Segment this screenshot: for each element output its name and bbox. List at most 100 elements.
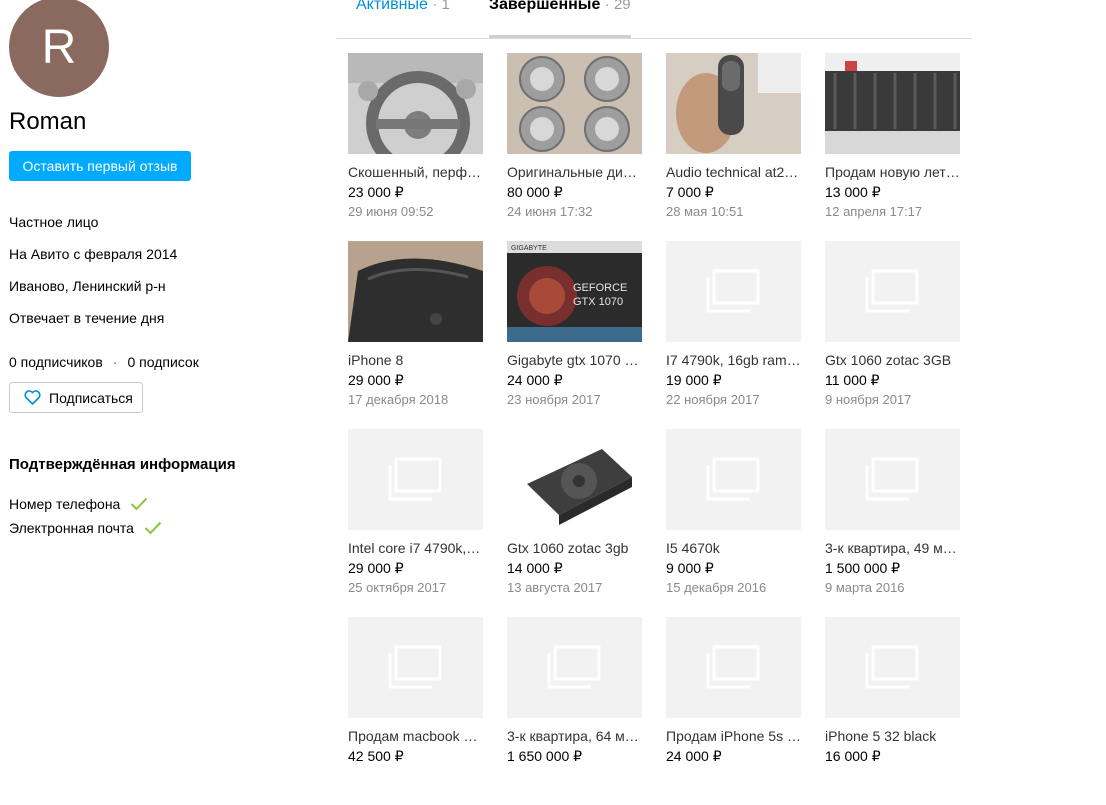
listing-card[interactable]: Скошенный, перф… 23 000 ₽ 29 июня 09:52 [348, 53, 483, 241]
leave-review-button[interactable]: Оставить первый отзыв [9, 151, 191, 181]
listing-date: 9 марта 2016 [825, 580, 905, 595]
verified-phone: Номер телефона [9, 496, 148, 512]
listing-date [348, 768, 483, 786]
listing-title[interactable]: Скошенный, перф… [348, 164, 483, 182]
listing-date: 28 мая 10:51 [666, 204, 744, 219]
listing-date: 22 ноября 2017 [666, 392, 760, 407]
listing-price: 24 000 ₽ [666, 748, 722, 764]
listing-title[interactable]: Audio technical at2… [666, 164, 801, 182]
avatar-letter: R [41, 20, 77, 74]
subscriptions-count[interactable]: 0 подписок [127, 354, 198, 370]
listing-photo[interactable] [348, 241, 483, 342]
image-placeholder-icon[interactable] [348, 617, 483, 718]
image-placeholder-icon[interactable] [825, 617, 960, 718]
response-time: Отвечает в течение дня [9, 310, 165, 326]
listing-date: 25 октября 2017 [348, 580, 447, 595]
listing-title[interactable]: I7 4790k, 16gb ram… [666, 352, 801, 370]
tab-completed-count: 29 [613, 0, 631, 13]
listing-card[interactable]: Gtx 1060 zotac 3GB 11 000 ₽ 9 ноября 2017 [825, 241, 960, 429]
listing-price: 23 000 ₽ [348, 184, 404, 200]
listing-title[interactable]: Продам macbook … [348, 728, 483, 746]
listing-title[interactable]: iPhone 5 32 black [825, 728, 960, 746]
check-icon [130, 497, 148, 511]
listing-card[interactable]: iPhone 8 29 000 ₽ 17 декабря 2018 [348, 241, 483, 429]
check-icon [144, 521, 162, 535]
listing-price: 19 000 ₽ [666, 372, 722, 388]
profile-name: Roman [9, 108, 87, 135]
svg-text:GTX 1070: GTX 1070 [573, 296, 623, 308]
verified-email-label: Электронная почта [9, 520, 134, 536]
listing-card[interactable]: Gtx 1060 zotac 3gb 14 000 ₽ 13 августа 201… [507, 429, 642, 617]
listing-title[interactable]: I5 4670k [666, 540, 801, 558]
tab-completed[interactable]: Завершенные · 29 [489, 0, 631, 38]
subscription-stats: 0 подписчиков · 0 подписок [9, 354, 199, 370]
image-placeholder-icon[interactable] [666, 617, 801, 718]
listing-date [825, 768, 960, 786]
listing-date: 13 августа 2017 [507, 580, 603, 595]
listing-title[interactable]: iPhone 8 [348, 352, 483, 370]
tab-active[interactable]: Активные · 1 [356, 0, 450, 38]
listing-date: 9 ноября 2017 [825, 392, 912, 407]
listing-price: 1 650 000 ₽ [507, 748, 583, 764]
avatar[interactable]: R [9, 0, 109, 97]
subscribers-count[interactable]: 0 подписчиков [9, 354, 103, 370]
tab-completed-label: Завершенные [489, 0, 601, 13]
listing-card[interactable]: Продам новую лет… 13 000 ₽ 12 апреля 17:17 [825, 53, 960, 241]
image-placeholder-icon[interactable] [666, 429, 801, 530]
image-placeholder-icon[interactable] [666, 241, 801, 342]
listing-title[interactable]: Intel core i7 4790k,… [348, 540, 483, 558]
listing-title[interactable]: Продам новую лет… [825, 164, 960, 182]
subscribe-button[interactable]: Подписаться [9, 382, 143, 413]
listing-card[interactable]: iPhone 5 32 black 16 000 ₽ [825, 617, 960, 805]
listing-date [666, 768, 801, 786]
listing-photo[interactable] [348, 53, 483, 154]
member-since: На Авито с февраля 2014 [9, 246, 178, 262]
listing-date: 29 июня 09:52 [348, 204, 434, 219]
listing-card[interactable]: Продам macbook … 42 500 ₽ [348, 617, 483, 805]
listing-title[interactable]: Gtx 1060 zotac 3gb [507, 540, 642, 558]
listing-card[interactable]: I7 4790k, 16gb ram… 19 000 ₽ 22 ноября 201… [666, 241, 801, 429]
listing-date: 12 апреля 17:17 [825, 204, 923, 219]
listing-price: 14 000 ₽ [507, 560, 563, 576]
listing-card[interactable]: GIGABYTE GEFORCE GTX 1070 Gigabyte gtx 1070… [507, 241, 642, 429]
listings-grid: Скошенный, перф… 23 000 ₽ 29 июня 09:52 Ори… [348, 53, 968, 805]
listing-title[interactable]: Продам iPhone 5s … [666, 728, 801, 746]
tab-active-label: Активные [356, 0, 428, 13]
listing-photo[interactable] [507, 429, 642, 530]
listing-photo[interactable] [666, 53, 801, 154]
listing-price: 1 500 000 ₽ [825, 560, 901, 576]
listing-date: 23 ноября 2017 [507, 392, 601, 407]
listing-card[interactable]: Intel core i7 4790k,… 29 000 ₽ 25 октября … [348, 429, 483, 617]
verified-phone-label: Номер телефона [9, 496, 121, 512]
listing-price: 11 000 ₽ [825, 372, 880, 388]
listing-card[interactable]: 3-к квартира, 64 м… 1 650 000 ₽ [507, 617, 642, 805]
listing-photo[interactable] [507, 53, 642, 154]
heart-icon [24, 390, 41, 405]
listing-title[interactable]: 3-к квартира, 49 м… [825, 540, 960, 558]
listing-title[interactable]: Gtx 1060 zotac 3GB [825, 352, 960, 370]
listing-price: 7 000 ₽ [666, 184, 714, 200]
listing-title[interactable]: Оригинальные ди… [507, 164, 642, 182]
listing-title[interactable]: Gigabyte gtx 1070 … [507, 352, 642, 370]
listing-photo[interactable]: GIGABYTE GEFORCE GTX 1070 [507, 241, 642, 342]
image-placeholder-icon[interactable] [507, 617, 642, 718]
location: Иваново, Ленинский р-н [9, 278, 166, 294]
subscribe-label: Подписаться [49, 389, 133, 406]
svg-text:GEFORCE: GEFORCE [573, 282, 627, 294]
listing-price: 80 000 ₽ [507, 184, 563, 200]
listing-tabs: Активные · 1 Завершенные · 29 [337, 0, 972, 39]
image-placeholder-icon[interactable] [825, 429, 960, 530]
listing-card[interactable]: Продам iPhone 5s … 24 000 ₽ [666, 617, 801, 805]
listing-card[interactable]: Audio technical at2… 7 000 ₽ 28 мая 10:51 [666, 53, 801, 241]
svg-text:GIGABYTE: GIGABYTE [511, 245, 547, 252]
listing-card[interactable]: Оригинальные ди… 80 000 ₽ 24 июня 17:32 [507, 53, 642, 241]
listing-photo[interactable] [825, 53, 960, 154]
listing-date [507, 768, 642, 786]
listing-title[interactable]: 3-к квартира, 64 м… [507, 728, 642, 746]
listing-card[interactable]: I5 4670k 9 000 ₽ 15 декабря 2016 [666, 429, 801, 617]
listing-price: 16 000 ₽ [825, 748, 881, 764]
image-placeholder-icon[interactable] [825, 241, 960, 342]
image-placeholder-icon[interactable] [348, 429, 483, 530]
listing-price: 42 500 ₽ [348, 748, 404, 764]
listing-card[interactable]: 3-к квартира, 49 м… 1 500 000 ₽ 9 марта 20… [825, 429, 960, 617]
